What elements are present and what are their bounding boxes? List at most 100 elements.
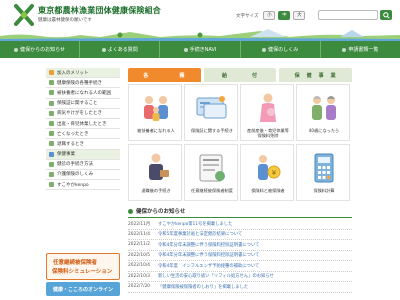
news-date: 2022/11/2 <box>128 242 151 248</box>
card-label: 任意継続被保険者制度 <box>191 188 233 193</box>
font-size-large-button[interactable]: 大 <box>293 11 306 20</box>
sidebar-item-label: 保険証に関すること <box>57 101 98 107</box>
news-divider <box>128 217 352 218</box>
simulation-banner-title: 任意継続被保険者 <box>53 260 98 266</box>
card-label-sub: 保険料免除 <box>257 133 279 138</box>
question-icon <box>101 47 106 52</box>
card-label: 保険証に関する手続き <box>191 128 233 133</box>
bullet-icon <box>49 121 54 127</box>
card-maternity[interactable]: 産前産後・育児休業等 保険料免除 <box>240 84 294 141</box>
bullet-icon <box>49 70 54 76</box>
premium-icon: ¥ <box>258 155 281 180</box>
card-continuation[interactable]: 任意継続被保険者制度 <box>184 144 238 201</box>
news-link[interactable]: 令和4年度 インフルエンザ予防接種の補助について <box>158 263 259 269</box>
nav-item-procedures[interactable]: 手続きNAVI <box>160 41 241 58</box>
sidebar-item-checkup[interactable]: 健診の手続き方法 <box>46 160 120 170</box>
news-date: 2022/11月 <box>128 221 151 227</box>
news-bullet-icon <box>128 208 133 214</box>
simulation-banner[interactable]: 任意継続被保険者 保険料シミュレーション <box>46 253 120 280</box>
bullet-icon <box>49 80 54 86</box>
sidebar-item-retirement[interactable]: 退職するとき <box>46 139 120 150</box>
card-age-40[interactable]: 40歳になったら <box>296 84 350 141</box>
card-grid: 被扶養者になれる人 保険証に関する手続き 産前産後・育児休業等 保険料免除 40… <box>128 84 352 202</box>
tab-benefits[interactable]: 給 付 <box>203 68 277 82</box>
font-size-medium-button[interactable]: 中 <box>278 11 291 20</box>
family-icon <box>144 96 168 121</box>
nav-item-forms[interactable]: 申請書類一覧 <box>321 41 400 58</box>
tab-various[interactable]: 各 種 <box>128 68 201 82</box>
category-tabs: 各 種 給 付 保 健 事 業 <box>128 68 353 82</box>
sidebar-item-label: 健康保険の各種手続き <box>57 80 102 86</box>
card-premium[interactable]: ¥ 保険料と被保険者 <box>240 144 294 201</box>
bullet-icon <box>49 110 54 116</box>
house-icon <box>262 47 267 52</box>
news-link[interactable]: 令和5年度事業計画と法定健診結果について <box>158 231 242 237</box>
tab-health-program[interactable]: 保 健 事 業 <box>279 68 353 82</box>
site-title[interactable]: 東京都農林漁業団体健康保険組合 <box>38 5 161 16</box>
news-item[interactable]: 2022/7/20 「健康保険被保険者のしおり」を掲載しました <box>128 282 352 293</box>
bullet-icon <box>49 90 54 96</box>
news-link[interactable]: 令和4年分年末調整に伴う保険料控除証明書について <box>158 242 259 248</box>
card-label: 被扶養者になれる人 <box>137 128 175 133</box>
sidebar-item-sukoyaka[interactable]: すこやかkenpo <box>46 180 120 191</box>
news-title: 健保からのお知らせ <box>136 209 186 215</box>
news-item[interactable]: 2022/10/4 令和4年度 インフルエンザ予防接種の補助について <box>128 261 352 272</box>
logo-icon[interactable] <box>14 4 34 26</box>
card-label: 保険料計算 <box>313 188 335 193</box>
news-date: 2022/11/4 <box>128 231 151 237</box>
news-link[interactable]: すこやかkenpo第11号を掲載しました <box>158 221 232 227</box>
card-insurance-card[interactable]: 保険証に関する手続き <box>184 84 238 141</box>
nav-item-label: 申請書類一覧 <box>348 47 379 53</box>
bullet-icon <box>49 171 54 177</box>
news-item[interactable]: 2022/11月 すこやかkenpo第11号を掲載しました <box>128 219 352 230</box>
news-item[interactable]: 2022/10/5 令和4年分年末調整に伴う保険料控除証明書について <box>128 251 352 261</box>
elderly-couple-icon <box>312 96 336 120</box>
news-item[interactable]: 2022/11/2 令和4年分年末調整に伴う保険料控除証明書について <box>128 240 352 251</box>
news-date: 2022/10/5 <box>128 252 151 258</box>
news-item[interactable]: 2022/10/3 新しい生活の安心取り扱い「リフィル処方せん」のお知らせ <box>128 272 352 282</box>
maternity-icon <box>260 93 276 122</box>
simulation-banner-subtitle: 保険料シミュレーション <box>52 269 113 275</box>
news-link[interactable]: 「健康保険被保険者のしおり」を掲載しました <box>158 284 248 290</box>
online-health-banner[interactable]: 健康・こころのオンライン <box>46 282 120 296</box>
card-label: 退職後の手続き <box>141 188 171 193</box>
search-button[interactable] <box>380 10 392 20</box>
card-dependents[interactable]: 被扶養者になれる人 <box>128 84 182 141</box>
sidebar-item-dependents[interactable]: 被扶養者になれる人の範囲 <box>46 88 120 99</box>
bullet-icon <box>49 100 54 106</box>
sidebar-item-death[interactable]: 亡くなったとき <box>46 129 120 140</box>
nav-item-label: 健保のしくみ <box>268 47 299 53</box>
sidebar-item-health-program[interactable]: 保健事業 <box>46 149 120 160</box>
info-icon <box>14 47 19 52</box>
document-icon <box>342 47 347 52</box>
sidebar-item-illness[interactable]: 病気やけがをしたとき <box>46 109 120 119</box>
sidebar-item-merit[interactable]: 加入のメリット <box>46 68 120 79</box>
search-icon <box>382 11 390 19</box>
sidebar-item-label: 被扶養者になれる人の範囲 <box>57 90 111 96</box>
nav-item-system[interactable]: 健保のしくみ <box>241 41 321 58</box>
card-retirement[interactable]: 退職後の手続き <box>128 144 182 201</box>
insurance-card-icon <box>196 96 227 119</box>
sidebar-item-insurance-card[interactable]: 保険証に関すること <box>46 99 120 109</box>
sidebar-item-label: 加入のメリット <box>57 70 89 76</box>
news-item[interactable]: 2022/11/4 令和5年度事業計画と法定健診結果について <box>128 230 352 240</box>
card-label: 40歳になったら <box>308 128 340 133</box>
news-link[interactable]: 令和4年分年末調整に伴う保険料控除証明書について <box>158 252 259 258</box>
sidebar-item-label: 退職するとき <box>57 141 84 147</box>
news-link[interactable]: 新しい生活の安心取り扱い「リフィル処方せん」のお知らせ <box>158 273 274 279</box>
sidebar-item-label: 健診の手続き方法 <box>57 162 93 168</box>
nav-item-label: よくある質問 <box>107 47 138 53</box>
card-label: 保険料と被保険者 <box>251 188 285 193</box>
sidebar-item-label: 出産・育児休業したとき <box>57 121 107 127</box>
card-calculation[interactable]: 保険料計算 <box>296 144 350 201</box>
sidebar-item-label: 病気やけがをしたとき <box>57 111 102 117</box>
nav-item-faq[interactable]: よくある質問 <box>80 41 161 58</box>
sidebar-item-care-insurance[interactable]: 介護保険のしくみ <box>46 170 120 181</box>
sidebar-item-procedures[interactable]: 健康保険の各種手続き <box>46 78 120 89</box>
font-size-small-button[interactable]: 小 <box>263 11 276 20</box>
sidebar-item-label: すこやかkenpo <box>57 182 89 188</box>
search-input[interactable] <box>318 10 378 20</box>
sidebar-item-childbirth[interactable]: 出産・育児休業したとき <box>46 119 120 130</box>
site-subtitle: 健康は農林健保の願いです <box>38 18 92 23</box>
nav-item-news[interactable]: 健保からのお知らせ <box>0 41 81 58</box>
